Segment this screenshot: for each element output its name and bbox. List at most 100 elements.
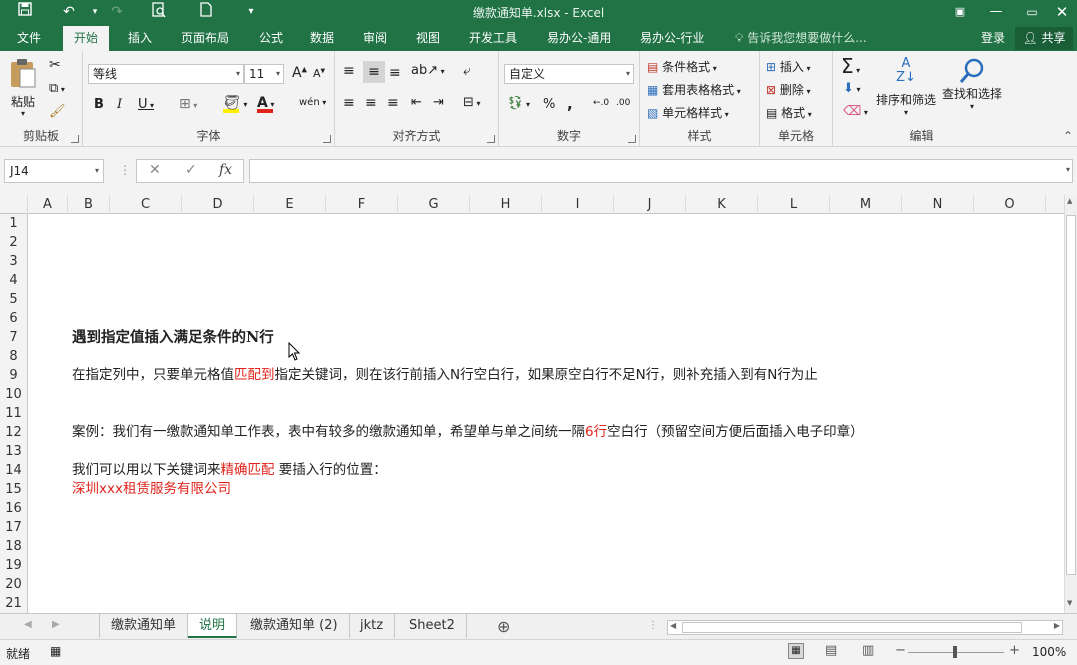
- font-launcher-icon[interactable]: [323, 135, 331, 143]
- font-name-combo[interactable]: 等线 ▾: [88, 64, 244, 84]
- orientation-icon[interactable]: ab↗ ▾: [411, 63, 445, 78]
- row-header[interactable]: 8: [0, 347, 27, 366]
- grow-font-icon[interactable]: A▲: [292, 65, 307, 81]
- sheet-tab[interactable]: jktz: [349, 614, 396, 638]
- insert-cells-button[interactable]: ⊞ 插入 ▾: [766, 58, 810, 75]
- format-as-table-button[interactable]: ▦ 套用表格格式 ▾: [647, 81, 741, 98]
- italic-button[interactable]: I: [117, 97, 122, 112]
- row-header[interactable]: 3: [0, 252, 27, 271]
- formula-input[interactable]: [249, 159, 1073, 183]
- conditional-format-button[interactable]: ▤ 条件格式 ▾: [647, 58, 717, 75]
- row-header[interactable]: 7: [0, 328, 27, 347]
- delete-cells-button[interactable]: ⊠ 删除 ▾: [766, 81, 810, 98]
- share-button[interactable]: 👤︎ 共享: [1015, 27, 1073, 50]
- decrease-indent-icon[interactable]: ⇤: [411, 95, 422, 110]
- column-header[interactable]: J: [614, 195, 686, 214]
- macro-record-icon[interactable]: ▦: [50, 644, 61, 658]
- font-color-icon[interactable]: A ▾: [257, 95, 274, 113]
- clipboard-launcher-icon[interactable]: [71, 135, 79, 143]
- paste-button[interactable]: 粘贴 ▾: [8, 57, 42, 119]
- column-header[interactable]: N: [902, 195, 974, 214]
- zoom-out-icon[interactable]: −: [895, 643, 906, 658]
- borders-icon[interactable]: ⊞ ▾: [179, 96, 197, 112]
- tab-review[interactable]: 审阅: [352, 26, 398, 51]
- row-header[interactable]: 17: [0, 518, 27, 537]
- align-middle-icon[interactable]: ≡: [363, 61, 385, 83]
- scroll-up-icon[interactable]: ▲: [1067, 197, 1072, 205]
- row-header[interactable]: 15: [0, 480, 27, 499]
- row-header[interactable]: 12: [0, 423, 27, 442]
- row-header[interactable]: 6: [0, 309, 27, 328]
- row-header[interactable]: 9: [0, 366, 27, 385]
- page-break-view-icon[interactable]: ▥: [862, 643, 874, 658]
- cut-icon[interactable]: ✂: [49, 57, 61, 73]
- decrease-decimal-icon[interactable]: .00: [616, 98, 630, 108]
- tab-split-icon[interactable]: ⋮: [648, 620, 658, 631]
- percent-button[interactable]: %: [543, 97, 555, 112]
- align-left-icon[interactable]: ≡: [343, 95, 355, 111]
- zoom-slider-thumb[interactable]: [953, 646, 957, 658]
- currency-icon[interactable]: 💱︎ ▾: [507, 96, 530, 111]
- close-icon[interactable]: ✕: [1044, 0, 1077, 26]
- normal-view-icon[interactable]: ▦: [788, 643, 804, 659]
- worksheet-grid[interactable]: 遇到指定值插入满足条件的N行 在指定列中，只要单元格值匹配到指定关键词，则在该行…: [28, 214, 1064, 613]
- autosum-icon[interactable]: Σ ▾: [841, 54, 860, 78]
- merge-center-icon[interactable]: ⊟ ▾: [463, 95, 480, 110]
- column-header[interactable]: I: [542, 195, 614, 214]
- find-select-button[interactable]: 查找和选择 ▾: [939, 57, 1005, 119]
- cell-styles-button[interactable]: ▧ 单元格样式 ▾: [647, 104, 729, 121]
- tab-developer[interactable]: 开发工具: [458, 26, 528, 51]
- column-header[interactable]: A: [28, 195, 68, 214]
- scroll-right-icon[interactable]: ▶: [1054, 621, 1060, 630]
- tab-data[interactable]: 数据: [299, 26, 345, 51]
- column-header[interactable]: C: [110, 195, 182, 214]
- row-header[interactable]: 16: [0, 499, 27, 518]
- horizontal-scroll-thumb[interactable]: [682, 622, 1022, 633]
- horizontal-scrollbar[interactable]: ◀ ▶: [667, 620, 1063, 635]
- row-header[interactable]: 21: [0, 594, 27, 613]
- tab-home[interactable]: 开始: [63, 26, 110, 51]
- align-bottom-icon[interactable]: ≡: [389, 65, 401, 81]
- login-link[interactable]: 登录: [981, 26, 1005, 50]
- row-header[interactable]: 20: [0, 575, 27, 594]
- zoom-level[interactable]: 100%: [1032, 645, 1066, 659]
- cancel-icon[interactable]: ✕: [149, 162, 161, 178]
- tab-formulas[interactable]: 公式: [248, 26, 294, 51]
- ribbon-display-icon[interactable]: ▣: [942, 0, 978, 26]
- add-sheet-icon[interactable]: ⊕: [497, 617, 510, 636]
- increase-decimal-icon[interactable]: ←.0: [593, 98, 609, 108]
- sheet-tab[interactable]: 缴款通知单: [99, 614, 189, 638]
- row-header[interactable]: 10: [0, 385, 27, 404]
- scroll-down-icon[interactable]: ▼: [1067, 599, 1072, 607]
- column-header[interactable]: G: [398, 195, 470, 214]
- shrink-font-icon[interactable]: A▼: [313, 67, 325, 80]
- column-header[interactable]: F: [326, 195, 398, 214]
- align-top-icon[interactable]: ≡: [343, 63, 355, 79]
- column-header[interactable]: L: [758, 195, 830, 214]
- row-header[interactable]: 5: [0, 290, 27, 309]
- tab-yibangong-general[interactable]: 易办公-通用: [536, 26, 622, 51]
- fill-color-icon[interactable]: 🪣︎ ▾: [223, 95, 247, 113]
- enter-icon[interactable]: ✓: [185, 162, 197, 178]
- scroll-left-icon[interactable]: ◀: [670, 621, 676, 630]
- prev-sheet-icon[interactable]: ◀: [24, 619, 32, 630]
- clear-icon[interactable]: ⌫ ▾: [843, 104, 868, 119]
- row-header[interactable]: 1: [0, 214, 27, 233]
- sheet-tab[interactable]: Sheet2: [398, 614, 467, 638]
- tab-yibangong-industry[interactable]: 易办公-行业: [629, 26, 715, 51]
- insert-function-icon[interactable]: fx: [219, 162, 232, 178]
- column-header[interactable]: B: [68, 195, 110, 214]
- comma-button[interactable]: ,: [567, 95, 573, 113]
- minimize-icon[interactable]: —: [978, 0, 1014, 26]
- tab-insert[interactable]: 插入: [117, 26, 163, 51]
- alignment-launcher-icon[interactable]: [487, 135, 495, 143]
- column-header[interactable]: K: [686, 195, 758, 214]
- column-header[interactable]: M: [830, 195, 902, 214]
- sort-filter-button[interactable]: A Z↓ 排序和筛选 ▾: [874, 57, 938, 119]
- zoom-in-icon[interactable]: +: [1009, 643, 1020, 658]
- row-header[interactable]: 13: [0, 442, 27, 461]
- row-header[interactable]: 11: [0, 404, 27, 423]
- row-header[interactable]: 19: [0, 556, 27, 575]
- row-header[interactable]: 4: [0, 271, 27, 290]
- column-header[interactable]: H: [470, 195, 542, 214]
